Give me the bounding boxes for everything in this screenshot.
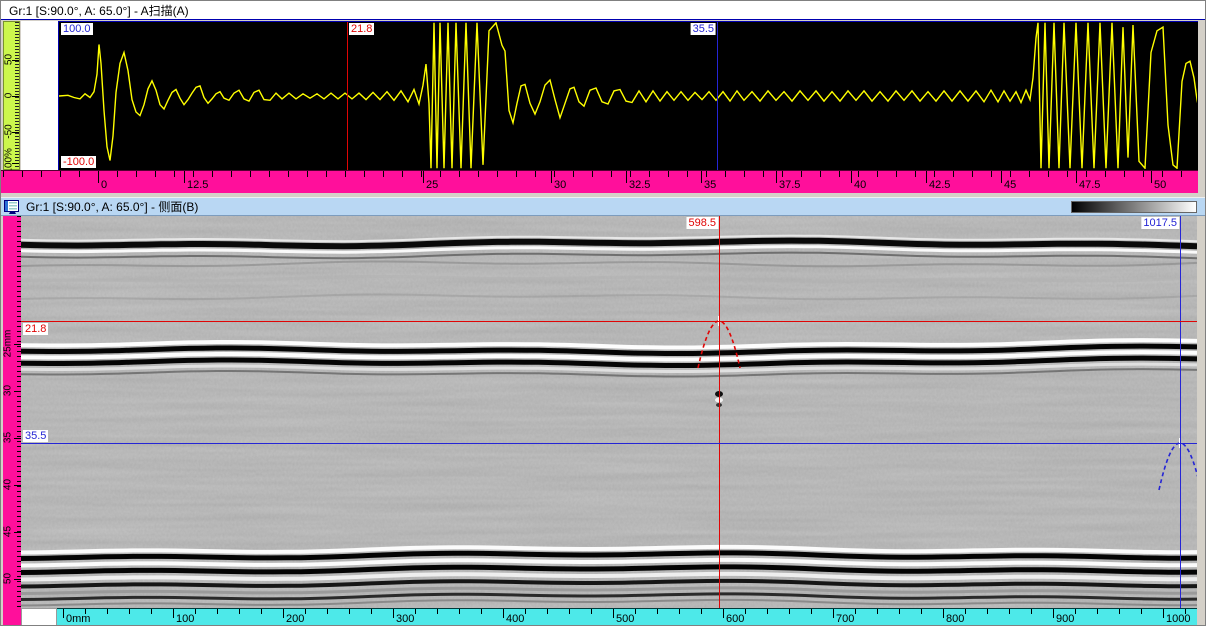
ruler-label: 0: [101, 179, 107, 191]
bscan-x-ruler-scale: 0mm 100 200 300 400 500 600 700 800 900 1000: [57, 608, 1197, 626]
ruler-tick: [1151, 171, 1152, 183]
ascan-waveform: [59, 23, 1197, 168]
ruler-tick: [926, 171, 927, 183]
bscan-red-vcursor[interactable]: [719, 216, 720, 608]
bscan-ruler-corner-white: [21, 608, 57, 626]
bscan-blue-hcursor[interactable]: [21, 443, 1197, 444]
ascan-plot[interactable]: 100.0 -100.0 21.8 35.5: [58, 21, 1198, 170]
ruler-tick: [833, 609, 834, 618]
bscan-y-ruler[interactable]: 25mm 30 35 40 45 50: [3, 216, 21, 608]
ruler-label: 35: [3, 418, 14, 458]
ascan-x-ruler[interactable]: 0 12.5 25 30 32.5 35 37.5 40 42.5 45 47.5 50: [1, 170, 1198, 193]
ascan-blue-cursor[interactable]: [717, 22, 718, 170]
ruler-tick: [1076, 171, 1077, 183]
ruler-label: 25: [426, 179, 438, 191]
ruler-tick: [701, 171, 702, 183]
ruler-label: 35: [704, 179, 716, 191]
ascan-amp-min-label: -100.0: [61, 156, 96, 168]
ruler-label: 25mm: [3, 324, 14, 364]
bscan-band-line: [21, 241, 1197, 247]
ascan-amp-max-label: 100.0: [61, 23, 93, 35]
ascan-x-minor-ticks: [1, 171, 1198, 177]
ruler-tick: [14, 438, 21, 439]
ruler-label: 900: [1056, 613, 1074, 625]
ruler-tick: [14, 485, 21, 486]
ruler-tick: [851, 171, 852, 183]
ruler-tick: [14, 532, 21, 533]
bscan-blue-hcursor-label[interactable]: 35.5: [23, 430, 48, 442]
side-view-icon[interactable]: [4, 200, 21, 214]
bscan-blue-vcursor[interactable]: [1180, 216, 1181, 608]
ruler-tick: [393, 609, 394, 618]
ruler-label: 42.5: [929, 179, 950, 191]
ruler-tick: [1163, 609, 1164, 618]
ruler-label: 47.5: [1079, 179, 1100, 191]
ruler-tick: [613, 609, 614, 618]
ruler-tick: [423, 171, 424, 183]
bscan-red-vcursor-label[interactable]: 598.5: [686, 217, 718, 229]
bscan-red-hcursor[interactable]: [21, 321, 1197, 322]
bscan-x-ruler[interactable]: 0mm 100 200 300 400 500 600 700 800 900 1000: [1, 608, 1198, 626]
ruler-label: 0mm: [66, 613, 90, 625]
bscan-title-bar[interactable]: Gr:1 [S:90.0°, A: 65.0°] - 侧面(B): [1, 197, 1206, 216]
ruler-tick: [98, 171, 99, 183]
bscan-render: [21, 216, 1197, 608]
ruler-tick: [63, 609, 64, 618]
ascan-title-bar[interactable]: Gr:1 [S:90.0°, A: 65.0°] - A扫描(A): [1, 1, 1206, 20]
ruler-tick: [14, 579, 21, 580]
ruler-tick: [776, 171, 777, 183]
ascan-left-margin: [21, 21, 58, 170]
ruler-label: 40: [854, 179, 866, 191]
ruler-label: 32.5: [629, 179, 650, 191]
ascan-red-cursor-label[interactable]: 21.8: [349, 23, 374, 35]
ruler-tick: [184, 171, 185, 183]
ruler-tick: [943, 609, 944, 618]
ascan-amplitude-ruler[interactable]: 500-50-100%: [3, 21, 20, 170]
bscan-image[interactable]: 598.5 1017.5 21.8 35.5: [21, 216, 1197, 608]
ruler-label: 800: [946, 613, 964, 625]
ruler-tick: [173, 609, 174, 618]
bscan-blue-vcursor-label[interactable]: 1017.5: [1141, 217, 1179, 229]
ruler-label: 600: [726, 613, 744, 625]
ruler-label: 700: [836, 613, 854, 625]
ruler-tick: [14, 391, 21, 392]
ruler-tick: [503, 609, 504, 618]
ruler-label: 12.5: [187, 179, 208, 191]
ruler-label: 0: [4, 76, 15, 116]
ruler-label: 40: [3, 465, 14, 505]
ascan-blue-cursor-label[interactable]: 35.5: [691, 23, 716, 35]
ruler-label: 50: [4, 40, 15, 80]
ascan-red-cursor[interactable]: [347, 22, 348, 170]
ruler-label: 45: [3, 512, 14, 552]
ruler-tick: [1053, 609, 1054, 618]
ruler-tick: [626, 171, 627, 183]
bscan-red-hcursor-label[interactable]: 21.8: [23, 323, 48, 335]
bscan-ruler-corner-pink: [3, 608, 21, 626]
ruler-tick: [1001, 171, 1002, 183]
ruler-label: 300: [396, 613, 414, 625]
ruler-label: 100: [176, 613, 194, 625]
ruler-tick: [551, 171, 552, 183]
ruler-tick: [723, 609, 724, 618]
ruler-label: 45: [1004, 179, 1016, 191]
grayscale-colorbar[interactable]: [1071, 201, 1197, 213]
ruler-label: 37.5: [779, 179, 800, 191]
ascan-waveform-svg: [59, 22, 1197, 169]
ascan-title: Gr:1 [S:90.0°, A: 65.0°] - A扫描(A): [9, 2, 189, 19]
app-window: Gr:1 [S:90.0°, A: 65.0°] - A扫描(A) 500-50…: [0, 0, 1206, 626]
bscan-title: Gr:1 [S:90.0°, A: 65.0°] - 侧面(B): [26, 198, 198, 215]
ruler-label: 200: [286, 613, 304, 625]
ruler-label: 400: [506, 613, 524, 625]
ruler-label: 500: [616, 613, 634, 625]
ruler-label: 50: [1154, 179, 1166, 191]
ruler-label: 30: [554, 179, 566, 191]
ruler-tick: [14, 344, 21, 345]
ruler-label: 1000: [1166, 613, 1190, 625]
ruler-label: 50: [3, 559, 14, 599]
ruler-tick: [283, 609, 284, 618]
ruler-label: 30: [3, 371, 14, 411]
